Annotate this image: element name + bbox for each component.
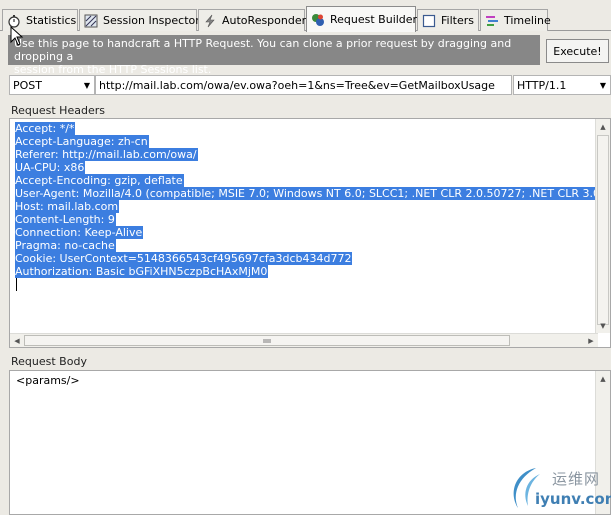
header-line: Accept: */* bbox=[15, 122, 610, 135]
tab-label: AutoResponder bbox=[222, 14, 307, 27]
method-value: POST bbox=[13, 78, 42, 92]
header-text: Authorization: Basic bGFiXHN5czpBcHAxMjM… bbox=[15, 265, 269, 278]
scroll-down-icon[interactable]: ▼ bbox=[596, 319, 610, 332]
tab-label: Timeline bbox=[504, 14, 551, 27]
header-text: Pragma: no-cache bbox=[15, 239, 116, 252]
header-line: Connection: Keep-Alive bbox=[15, 226, 610, 239]
builder-icon bbox=[311, 13, 325, 27]
header-text: Host: mail.lab.com bbox=[15, 200, 120, 213]
header-text: Referer: http://mail.lab.com/owa/ bbox=[15, 148, 198, 161]
header-line: Host: mail.lab.com bbox=[15, 200, 610, 213]
text-caret bbox=[15, 278, 610, 291]
tab-filters[interactable]: Filters bbox=[417, 9, 479, 31]
tab-bar: Statistics Session Inspector AutoRespond… bbox=[0, 0, 611, 32]
tab-label: Filters bbox=[441, 14, 474, 27]
chevron-down-icon[interactable]: ▼ bbox=[80, 76, 94, 94]
header-line: Accept-Encoding: gzip, deflate bbox=[15, 174, 610, 187]
grip-icon bbox=[263, 339, 271, 343]
tab-label: Session Inspector bbox=[103, 14, 200, 27]
scroll-thumb[interactable] bbox=[597, 135, 609, 325]
headers-horizontal-scrollbar[interactable]: ◀ ▶ bbox=[10, 333, 598, 347]
headers-vertical-scrollbar[interactable]: ▲ ▼ bbox=[595, 119, 610, 333]
header-text: Accept-Language: zh-cn bbox=[15, 135, 149, 148]
chevron-down-icon[interactable]: ▼ bbox=[596, 76, 610, 94]
tab-autoresponder[interactable]: AutoResponder bbox=[198, 9, 307, 31]
tab-session-inspector[interactable]: Session Inspector bbox=[79, 9, 200, 31]
scroll-right-icon[interactable]: ▶ bbox=[584, 334, 598, 347]
header-line: Content-Length: 9 bbox=[15, 213, 610, 226]
scroll-up-icon[interactable]: ▲ bbox=[596, 120, 610, 133]
header-line: UA-CPU: x86 bbox=[15, 161, 610, 174]
mouse-cursor-icon bbox=[10, 26, 24, 46]
header-text: User-Agent: Mozilla/4.0 (compatible; MSI… bbox=[15, 187, 610, 200]
url-value: http://mail.lab.com/owa/ev.owa?oeh=1&ns=… bbox=[99, 78, 495, 92]
request-headers-textarea[interactable]: Accept: */* Accept-Language: zh-cn Referer… bbox=[9, 118, 611, 348]
watermark-chinese: 运维网 bbox=[552, 470, 601, 488]
info-banner: Use this page to handcraft a HTTP Reques… bbox=[8, 35, 540, 76]
header-text: UA-CPU: x86 bbox=[15, 161, 86, 174]
url-input[interactable]: http://mail.lab.com/owa/ev.owa?oeh=1&ns=… bbox=[95, 75, 512, 95]
tab-label: Statistics bbox=[26, 14, 77, 27]
checkbox-icon bbox=[422, 14, 436, 28]
header-text: Cookie: UserContext=5148366543cf495697cf… bbox=[15, 252, 353, 265]
request-body-value: <params/> bbox=[16, 374, 80, 387]
header-text: Content-Length: 9 bbox=[15, 213, 116, 226]
watermark-url: iyunv.com bbox=[535, 490, 611, 508]
method-select[interactable]: POST ▼ bbox=[9, 75, 95, 95]
scroll-left-icon[interactable]: ◀ bbox=[10, 334, 24, 347]
timeline-icon bbox=[485, 14, 499, 28]
header-text: Accept-Encoding: gzip, deflate bbox=[15, 174, 184, 187]
tab-request-builder[interactable]: Request Builder bbox=[306, 6, 418, 32]
watermark: 运维网 iyunv.com bbox=[502, 462, 611, 514]
header-line: User-Agent: Mozilla/4.0 (compatible; MSI… bbox=[15, 187, 610, 200]
execute-button[interactable]: Execute! bbox=[546, 39, 609, 63]
header-line: Authorization: Basic bGFiXHN5czpBcHAxMjM… bbox=[15, 265, 610, 278]
header-line: Referer: http://mail.lab.com/owa/ bbox=[15, 148, 610, 161]
scroll-thumb[interactable] bbox=[24, 335, 510, 346]
request-body-label: Request Body bbox=[11, 355, 87, 368]
inspector-icon bbox=[84, 14, 98, 28]
scroll-up-icon[interactable]: ▲ bbox=[596, 372, 610, 385]
headers-lines: Accept: */* Accept-Language: zh-cn Referer… bbox=[15, 122, 610, 291]
request-headers-label: Request Headers bbox=[11, 104, 105, 117]
header-line: Pragma: no-cache bbox=[15, 239, 610, 252]
info-line-1: Use this page to handcraft a HTTP Reques… bbox=[14, 37, 512, 63]
tab-label: Request Builder bbox=[330, 13, 418, 26]
tab-timeline[interactable]: Timeline bbox=[480, 9, 551, 31]
header-text: Accept: */* bbox=[15, 122, 76, 135]
http-version-select[interactable]: HTTP/1.1 ▼ bbox=[513, 75, 611, 95]
header-line: Accept-Language: zh-cn bbox=[15, 135, 610, 148]
header-text: Connection: Keep-Alive bbox=[15, 226, 144, 239]
http-version-value: HTTP/1.1 bbox=[517, 78, 567, 92]
lightning-icon bbox=[203, 14, 217, 28]
header-line: Cookie: UserContext=5148366543cf495697cf… bbox=[15, 252, 610, 265]
